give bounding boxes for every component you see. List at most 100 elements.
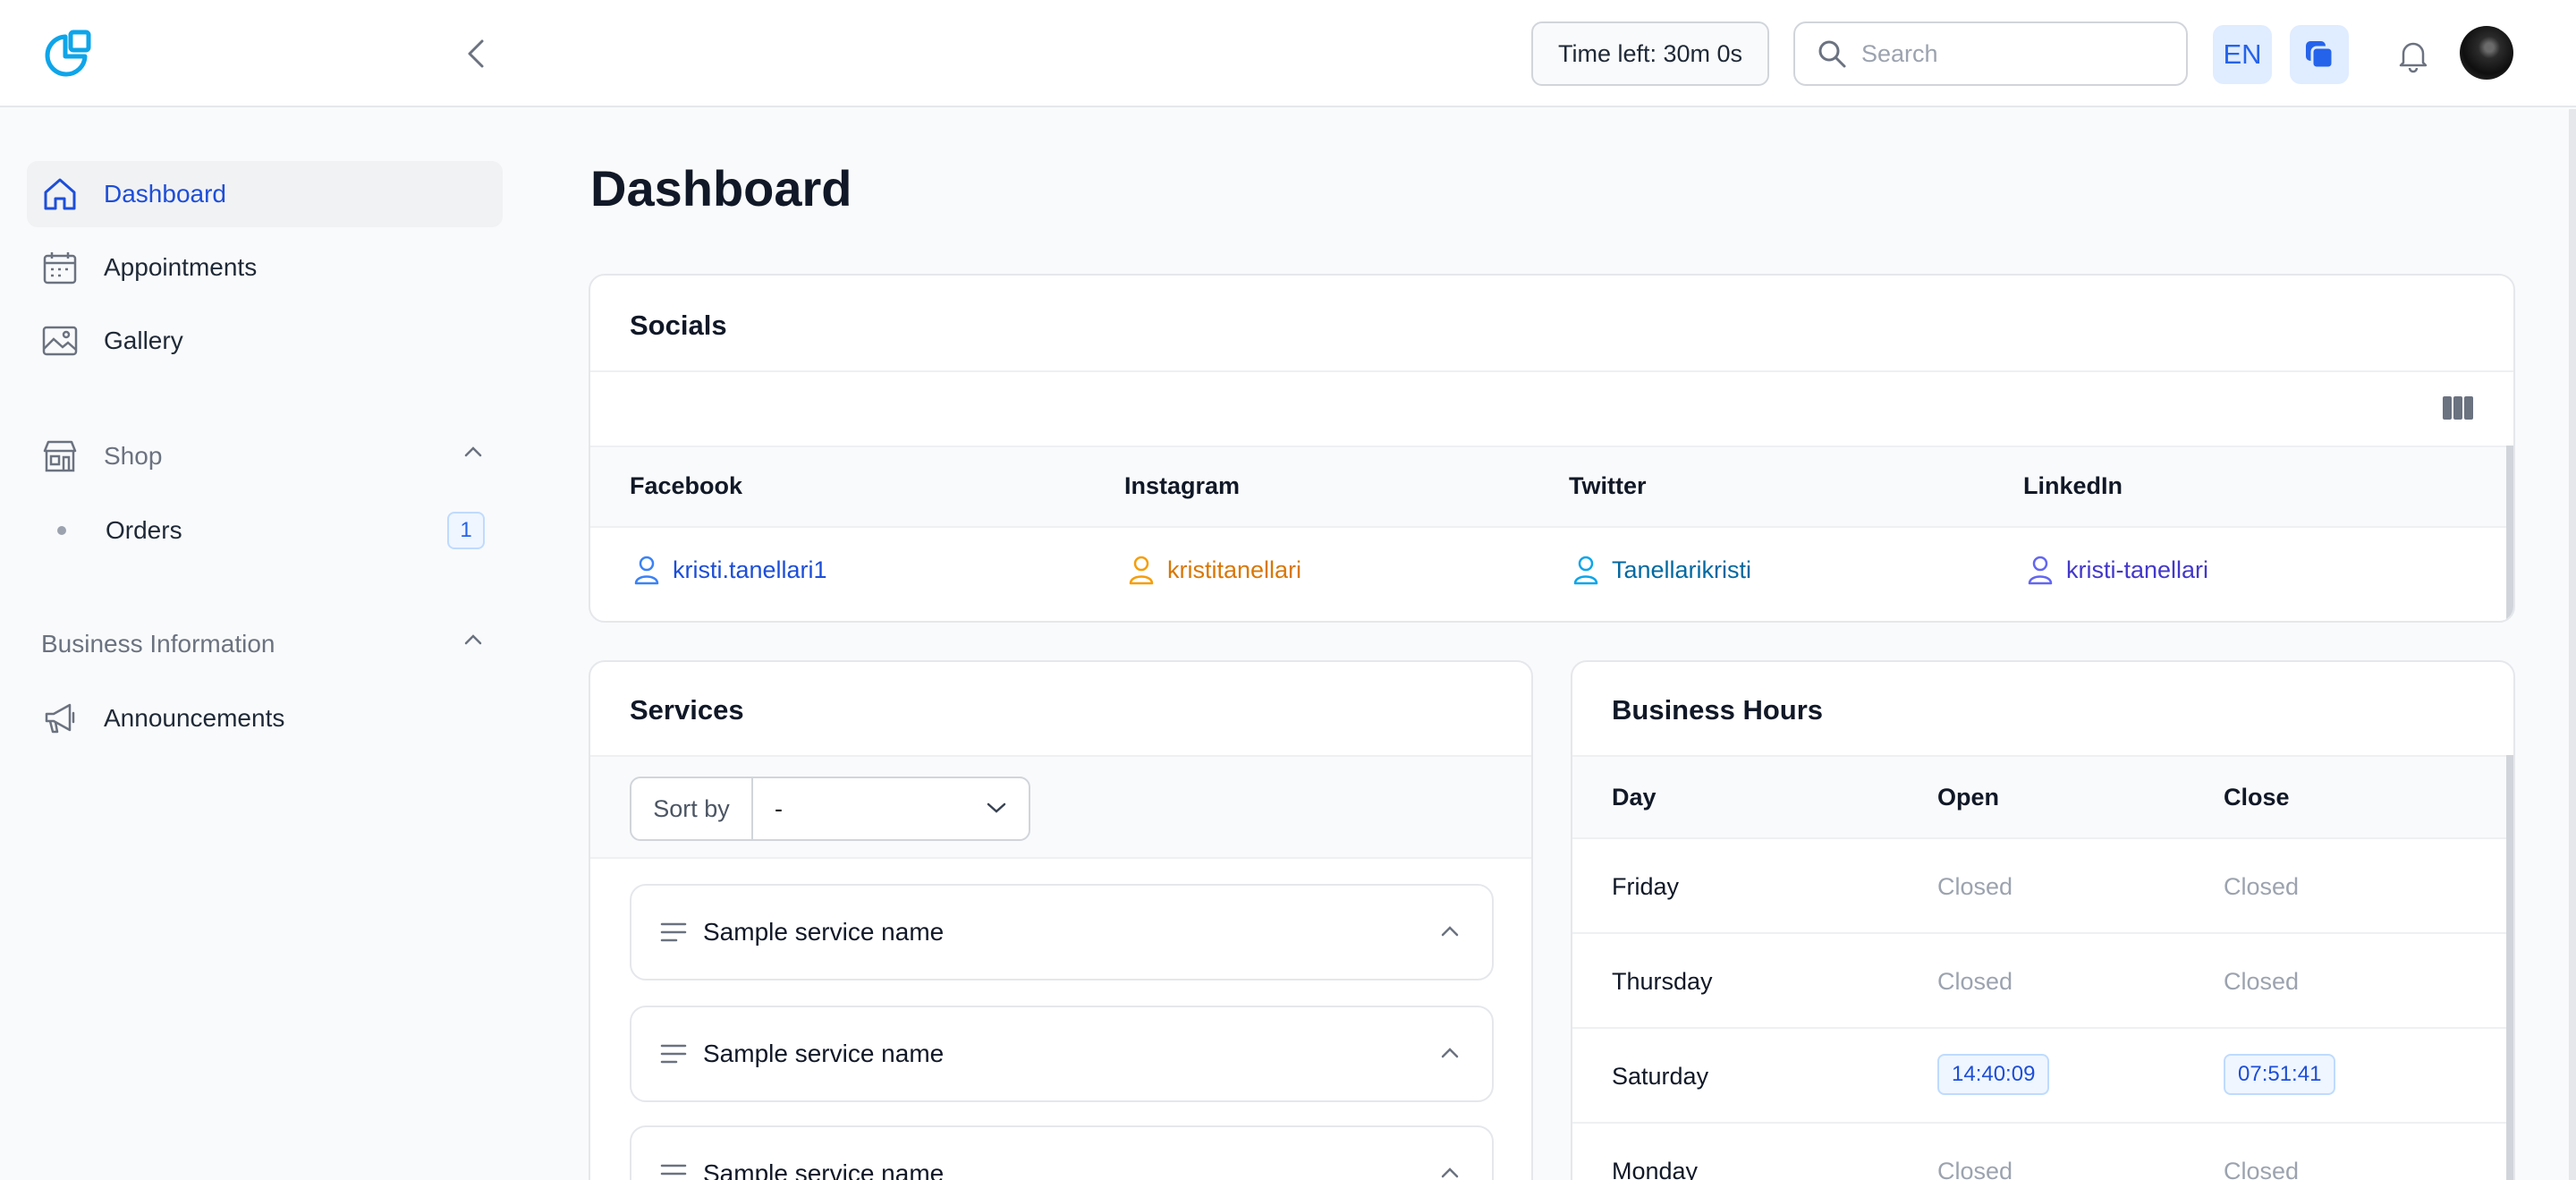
menu-lines-icon bbox=[660, 1164, 687, 1176]
language-button[interactable]: EN bbox=[2213, 25, 2272, 84]
column-header-facebook: Facebook bbox=[630, 472, 743, 499]
socials-title: Socials bbox=[630, 310, 727, 341]
service-name: Sample service name bbox=[703, 918, 945, 946]
user-avatar[interactable] bbox=[2460, 26, 2513, 80]
sidebar-item-label: Gallery bbox=[104, 327, 183, 354]
column-header-linkedin: LinkedIn bbox=[2023, 472, 2123, 499]
sort-select[interactable]: - bbox=[753, 778, 1029, 839]
user-icon bbox=[634, 556, 659, 585]
column-header-instagram: Instagram bbox=[1124, 472, 1241, 499]
column-header-twitter: Twitter bbox=[1569, 472, 1647, 499]
columns-toggle-icon[interactable] bbox=[2442, 395, 2474, 425]
facebook-handle: kristi.tanellari1 bbox=[673, 556, 827, 583]
chevron-up-icon bbox=[1441, 1167, 1459, 1178]
copy-button[interactable] bbox=[2290, 25, 2349, 84]
search-box[interactable] bbox=[1793, 21, 2188, 86]
sidebar: Dashboard Appointments Gallery Shop Orde… bbox=[0, 109, 528, 1180]
sort-by-label: Sort by bbox=[631, 778, 753, 839]
column-header-close: Close bbox=[2224, 784, 2290, 811]
page-scrollbar[interactable] bbox=[2569, 109, 2576, 1180]
sidebar-section-business-information[interactable]: Business Information bbox=[27, 617, 503, 671]
sort-control: Sort by - bbox=[630, 777, 1030, 841]
calendar-icon bbox=[41, 249, 79, 286]
instagram-handle: kristitanellari bbox=[1167, 556, 1302, 583]
table-row: Thursday Closed Closed bbox=[1572, 932, 2513, 1027]
sidebar-item-label: Dashboard bbox=[104, 180, 226, 208]
sidebar-item-orders[interactable]: Orders 1 bbox=[27, 497, 503, 564]
day-cell: Thursday bbox=[1612, 968, 1713, 995]
chevron-up-icon bbox=[1441, 1048, 1459, 1058]
open-cell: Closed bbox=[1937, 1158, 2013, 1180]
business-hours-header bbox=[1572, 755, 2513, 837]
chevron-up-icon bbox=[464, 446, 482, 457]
top-bar: Time left: 30m 0s EN bbox=[0, 0, 2576, 107]
services-title: Services bbox=[630, 694, 744, 726]
home-icon bbox=[41, 175, 79, 213]
table-row: Saturday 14:40:09 07:51:41 bbox=[1572, 1027, 2513, 1122]
chevron-left-icon bbox=[468, 39, 484, 68]
table-row: Friday Closed Closed bbox=[1572, 837, 2513, 932]
linkedin-handle: kristi-tanellari bbox=[2066, 556, 2209, 583]
sidebar-item-dashboard[interactable]: Dashboard bbox=[27, 161, 503, 227]
service-accordion-item[interactable]: Sample service name bbox=[630, 1125, 1494, 1180]
column-header-open: Open bbox=[1937, 784, 2000, 811]
sidebar-item-label: Orders bbox=[106, 516, 182, 544]
business-hours-title: Business Hours bbox=[1612, 694, 1824, 726]
twitter-handle: Tanellarikristi bbox=[1612, 556, 1752, 583]
business-hours-scrollbar[interactable] bbox=[2506, 755, 2513, 1180]
chevron-up-icon bbox=[1441, 926, 1459, 937]
menu-lines-icon bbox=[660, 1044, 687, 1064]
close-time-badge: 07:51:41 bbox=[2224, 1054, 2336, 1095]
socials-table-header bbox=[590, 446, 2513, 528]
sidebar-item-gallery[interactable]: Gallery bbox=[27, 308, 503, 374]
twitter-link[interactable]: Tanellarikristi bbox=[1572, 555, 1751, 585]
socials-scrollbar[interactable] bbox=[2506, 446, 2513, 621]
search-input[interactable] bbox=[1861, 39, 2165, 68]
service-accordion-item[interactable]: Sample service name bbox=[630, 884, 1494, 981]
linkedin-link[interactable]: kristi-tanellari bbox=[2027, 555, 2208, 585]
menu-lines-icon bbox=[660, 922, 687, 942]
notifications-bell-icon[interactable] bbox=[2394, 36, 2433, 75]
close-cell: Closed bbox=[2224, 968, 2300, 995]
chevron-down-icon bbox=[987, 802, 1006, 813]
service-name: Sample service name bbox=[703, 1159, 945, 1180]
column-header-day: Day bbox=[1612, 784, 1657, 811]
user-icon bbox=[1129, 556, 1154, 585]
user-icon bbox=[2028, 556, 2053, 585]
bullet-icon bbox=[57, 526, 66, 535]
search-icon bbox=[1818, 40, 1846, 68]
service-name: Sample service name bbox=[703, 1040, 945, 1067]
card-divider bbox=[590, 370, 2513, 372]
copy-icon bbox=[2306, 41, 2334, 70]
sidebar-section-label: Shop bbox=[104, 442, 163, 470]
collapse-sidebar-button[interactable] bbox=[462, 34, 490, 73]
instagram-link[interactable]: kristitanellari bbox=[1128, 555, 1301, 585]
socials-card: Socials Facebook Instagram Twitter Linke… bbox=[589, 274, 2515, 623]
open-time-badge: 14:40:09 bbox=[1937, 1054, 2050, 1095]
service-accordion-item[interactable]: Sample service name bbox=[630, 1006, 1494, 1102]
sidebar-item-label: Appointments bbox=[104, 253, 258, 281]
chevron-up-icon bbox=[464, 634, 482, 645]
open-cell: Closed bbox=[1937, 873, 2013, 900]
close-cell: Closed bbox=[2224, 873, 2300, 900]
open-cell: Closed bbox=[1937, 968, 2013, 995]
image-icon bbox=[41, 322, 79, 360]
session-timer: Time left: 30m 0s bbox=[1531, 21, 1769, 86]
page-title: Dashboard bbox=[590, 160, 852, 216]
day-cell: Friday bbox=[1612, 873, 1680, 900]
sidebar-section-shop[interactable]: Shop bbox=[27, 429, 503, 483]
sidebar-section-label: Business Information bbox=[41, 630, 275, 658]
facebook-link[interactable]: kristi.tanellari1 bbox=[633, 555, 827, 585]
app-logo-icon[interactable] bbox=[41, 29, 93, 81]
sidebar-item-appointments[interactable]: Appointments bbox=[27, 234, 503, 301]
services-card: Services Sort by - Sample service name S… bbox=[589, 660, 1533, 1180]
sidebar-item-label: Announcements bbox=[104, 704, 285, 732]
table-row: Monday Closed Closed bbox=[1572, 1122, 2513, 1180]
day-cell: Saturday bbox=[1612, 1063, 1709, 1090]
user-icon bbox=[1573, 556, 1598, 585]
megaphone-icon bbox=[41, 700, 79, 737]
sidebar-item-announcements[interactable]: Announcements bbox=[27, 685, 503, 751]
close-cell: Closed bbox=[2224, 1158, 2300, 1180]
day-cell: Monday bbox=[1612, 1158, 1699, 1180]
sort-value: - bbox=[775, 794, 783, 822]
